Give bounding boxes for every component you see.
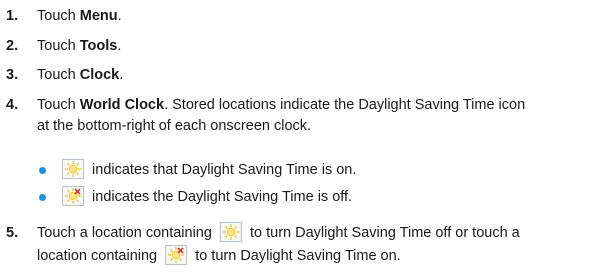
step-text-suffix: .: [117, 8, 122, 24]
step-text-prefix: Touch: [37, 38, 80, 54]
bullet-text: indicates the Daylight Saving Time is of…: [92, 189, 353, 205]
step-number: 4.: [6, 97, 19, 113]
bullet-dst-on: indicates that Daylight Saving Time is o…: [0, 159, 593, 187]
step-number: 2.: [6, 38, 19, 54]
bullet-dst-off: indicates the Daylight Saving Time is of…: [0, 186, 593, 214]
step-text-suffix: .: [119, 67, 124, 83]
step-text-suffix: .: [117, 38, 122, 54]
step-text-part: to turn Daylight Saving Time on.: [195, 248, 401, 264]
clock-term: Clock: [79, 67, 120, 83]
bullet-text: indicates that Daylight Saving Time is o…: [92, 162, 357, 178]
step-text-part: location containing: [37, 248, 158, 264]
bullet-dot: [39, 167, 46, 174]
step-text: Touch Menu.: [37, 6, 122, 27]
dst-on-icon: [62, 159, 84, 180]
world-clock-term: World Clock: [79, 97, 165, 113]
bullet-text-row: indicates the Daylight Saving Time is of…: [58, 186, 353, 208]
step-text-part: Touch a location containing: [37, 225, 212, 241]
step-text-prefix: Touch: [37, 67, 80, 83]
step-text: Touch Tools.: [37, 36, 121, 57]
step-number: 3.: [6, 67, 19, 83]
tools-term: Tools: [79, 38, 118, 54]
step-text-line-2: location containing to turn Daylight Sav…: [37, 245, 401, 267]
dst-off-icon: [165, 245, 188, 266]
menu-term: Menu: [79, 8, 118, 24]
step-5: 5. Touch a location containing to turn D…: [0, 222, 593, 269]
dst-on-icon: [219, 222, 242, 243]
step-text: Touch World Clock. Stored locations indi…: [37, 95, 525, 116]
step-text-prefix: Touch: [37, 97, 80, 113]
step-text: Touch a location containing to turn Dayl…: [37, 222, 520, 244]
instructions-document: 1. Touch Menu. 2. Touch Tools. 3. Touch …: [0, 0, 593, 273]
step-number: 1.: [6, 8, 19, 24]
step-text: Touch Clock.: [37, 65, 123, 86]
step-text-part: to turn Daylight Saving Time off or touc…: [250, 225, 520, 241]
step-text-suffix: . Stored locations indicate the Daylight…: [164, 97, 526, 113]
step-text-prefix: Touch: [37, 8, 80, 24]
dst-off-icon: [62, 186, 84, 207]
bullet-text-row: indicates that Daylight Saving Time is o…: [58, 159, 357, 181]
step-text-line-2: at the bottom-right of each onscreen clo…: [37, 118, 312, 134]
step-number: 5.: [6, 225, 19, 241]
bullet-dot: [39, 194, 46, 201]
